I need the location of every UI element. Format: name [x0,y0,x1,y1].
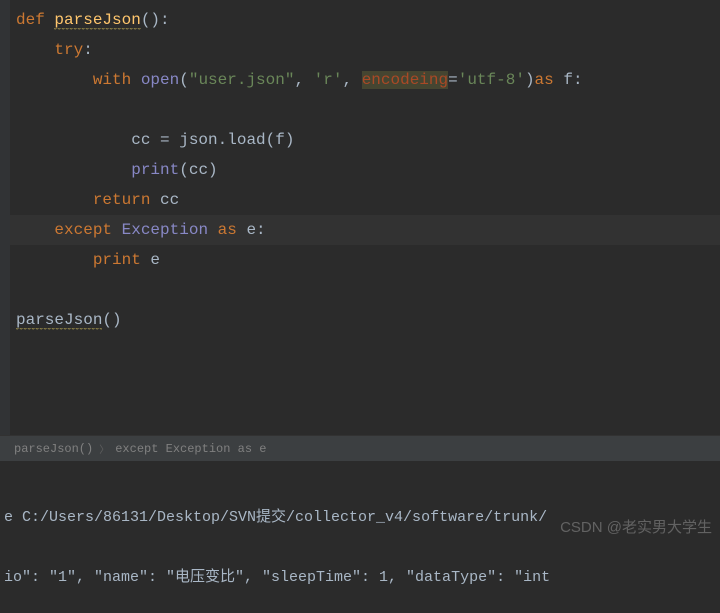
param-typo: encodeing [362,71,448,89]
code-line[interactable]: parseJson() [10,305,720,335]
keyword-as: as [535,71,564,89]
comma: , [294,71,313,89]
paren: ) [525,71,535,89]
keyword-return: return [16,191,160,209]
comma: , [342,71,361,89]
variable: f: [563,71,582,89]
code-line[interactable]: try: [10,35,720,65]
paren: () [102,311,121,329]
keyword-try: try [16,41,83,59]
code-line[interactable] [10,335,720,365]
code-area[interactable]: def parseJson(): try: with open("user.js… [10,0,720,435]
breadcrumb-item[interactable]: parseJson() [8,442,99,456]
code-line[interactable]: with open("user.json", 'r', encodeing='u… [10,65,720,95]
paren-arg: (cc) [179,161,217,179]
function-name: parseJson [54,11,140,30]
variable: cc [160,191,179,209]
code-line[interactable]: print(cc) [10,155,720,185]
variable: e [150,251,160,269]
colon: : [83,41,93,59]
keyword-print: print [16,251,150,269]
breadcrumb-item[interactable]: except Exception as e [109,442,272,456]
code-line[interactable]: def parseJson(): [10,5,720,35]
paren: ( [179,71,189,89]
editor-gutter [0,0,10,435]
code-line[interactable]: return cc [10,185,720,215]
chevron-right-icon: 〉 [99,441,109,457]
console-line: e C:/Users/86131/Desktop/SVN提交/collector… [0,505,720,531]
code-line-current[interactable]: except Exception as e: [10,215,720,245]
string-literal: 'utf-8' [458,71,525,89]
code-line[interactable] [10,275,720,305]
builtin-open: open [141,71,179,89]
exception-class: Exception [122,221,218,239]
code-line[interactable] [10,95,720,125]
code-line[interactable]: cc = json.load(f) [10,125,720,155]
string-literal: "user.json" [189,71,295,89]
equals: = [448,71,458,89]
console-line: io": "1", "name": "电压变比", "sleepTime": 1… [0,565,720,591]
keyword-def: def [16,11,54,29]
code-line[interactable] [10,365,720,395]
paren: (): [141,11,170,29]
keyword-except: except [16,221,122,239]
code-line[interactable]: print e [10,245,720,275]
builtin-print: print [16,161,179,179]
console-output[interactable]: e C:/Users/86131/Desktop/SVN提交/collector… [0,461,720,608]
keyword-as: as [218,221,247,239]
string-literal: 'r' [314,71,343,89]
variable: e: [246,221,265,239]
keyword-with: with [16,71,141,89]
breadcrumb-bar: parseJson() 〉 except Exception as e [0,435,720,461]
assignment: cc = json.load(f) [16,131,294,149]
code-editor[interactable]: def parseJson(): try: with open("user.js… [0,0,720,435]
function-call: parseJson [16,311,102,330]
